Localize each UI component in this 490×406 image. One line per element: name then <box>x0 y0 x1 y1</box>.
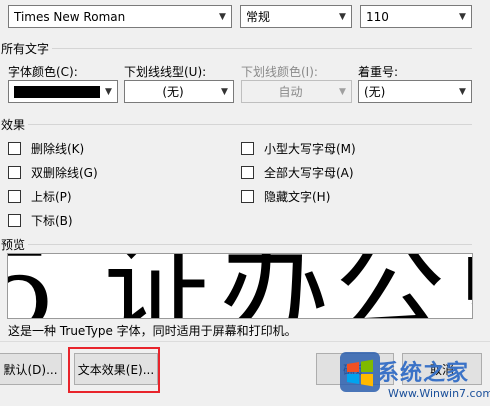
checkbox-label: 全部大写字母(A) <box>264 166 354 180</box>
underline-color-value: 自动 <box>278 85 303 99</box>
underline-color-label: 下划线颜色(I): <box>241 65 318 79</box>
checkbox-box[interactable] <box>241 190 254 203</box>
preview-header: 预览 <box>1 238 26 252</box>
checkbox-box[interactable] <box>241 142 254 155</box>
font-name-combo[interactable]: Times New Roman ▼ <box>8 5 232 28</box>
emphasis-value: (无) <box>364 85 386 99</box>
strikethrough-checkbox[interactable]: 删除线(K) <box>8 140 84 157</box>
chevron-down-icon[interactable]: ▼ <box>216 87 233 97</box>
emphasis-combo[interactable]: (无) ▼ <box>358 80 472 103</box>
chevron-down-icon[interactable]: ▼ <box>454 12 471 22</box>
font-color-combo[interactable]: ▼ <box>8 80 118 103</box>
watermark: 系统之家 Www.Winwin7.com <box>340 352 490 406</box>
chevron-down-icon[interactable]: ▼ <box>100 87 117 97</box>
highlight-box <box>68 347 160 393</box>
underline-color-combo: 自动 ▼ <box>241 80 352 103</box>
subscript-checkbox[interactable]: 下标(B) <box>8 212 73 229</box>
double-strikethrough-checkbox[interactable]: 双删除线(G) <box>8 164 98 181</box>
superscript-checkbox[interactable]: 上标(P) <box>8 188 72 205</box>
small-caps-checkbox[interactable]: 小型大写字母(M) <box>241 140 356 157</box>
checkbox-box[interactable] <box>8 166 21 179</box>
watermark-title: 系统之家 <box>377 361 470 386</box>
checkbox-label: 上标(P) <box>31 190 72 204</box>
group-divider <box>52 48 472 49</box>
font-style-value: 常规 <box>246 10 271 24</box>
hidden-text-checkbox[interactable]: 隐藏文字(H) <box>241 188 330 205</box>
checkbox-box[interactable] <box>8 214 21 227</box>
checkbox-label: 隐藏文字(H) <box>264 190 331 204</box>
font-style-combo[interactable]: 常规 ▼ <box>240 5 352 28</box>
preview-description: 这是一种 TrueType 字体，同时适用于屏幕和打印机。 <box>8 324 297 338</box>
underline-style-combo[interactable]: (无) ▼ <box>124 80 234 103</box>
chevron-down-icon[interactable]: ▼ <box>334 12 351 22</box>
default-button[interactable]: 默认(D)... <box>0 353 62 385</box>
checkbox-box[interactable] <box>8 142 21 155</box>
all-caps-checkbox[interactable]: 全部大写字母(A) <box>241 164 354 181</box>
font-color-swatch-wrap <box>14 85 100 98</box>
font-color-label: 字体颜色(C): <box>8 65 78 79</box>
font-size-combo[interactable]: 110 ▼ <box>360 5 472 28</box>
font-name-value: Times New Roman <box>14 9 126 24</box>
footer-divider <box>0 341 490 342</box>
underline-style-value: (无) <box>162 85 184 99</box>
font-size-value: 110 <box>366 9 389 24</box>
checkbox-label: 双删除线(G) <box>31 166 98 180</box>
chevron-down-icon[interactable]: ▼ <box>214 12 231 22</box>
preview-frame <box>7 253 473 319</box>
checkbox-label: 删除线(K) <box>31 142 85 156</box>
checkbox-label: 小型大写字母(M) <box>264 142 356 156</box>
emphasis-label: 着重号: <box>358 65 399 79</box>
checkbox-label: 下标(B) <box>31 214 73 228</box>
checkbox-box[interactable] <box>241 166 254 179</box>
group-divider <box>28 244 472 245</box>
watermark-url: Www.Winwin7.com <box>388 387 490 400</box>
windows-logo-icon <box>340 352 380 392</box>
underline-style-label: 下划线线型(U): <box>124 65 207 79</box>
checkbox-box[interactable] <box>8 190 21 203</box>
chevron-down-icon: ▼ <box>339 86 346 97</box>
group-divider <box>28 124 472 125</box>
chevron-down-icon[interactable]: ▼ <box>454 87 471 97</box>
all-text-header: 所有文字 <box>1 42 50 56</box>
effects-header: 效果 <box>1 118 26 132</box>
font-color-swatch <box>14 85 100 98</box>
